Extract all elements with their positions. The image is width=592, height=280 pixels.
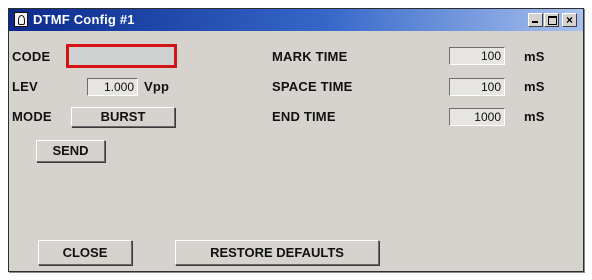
space-time-label: SPACE TIME: [272, 79, 353, 94]
end-time-input[interactable]: 1000: [449, 108, 505, 126]
app-icon: [14, 12, 28, 27]
code-label: CODE: [12, 49, 51, 64]
close-button[interactable]: CLOSE: [38, 240, 132, 265]
mark-time-label: MARK TIME: [272, 49, 348, 64]
close-window-button[interactable]: ×: [562, 13, 577, 27]
mark-time-input[interactable]: 100: [449, 47, 505, 65]
dtmf-config-window: DTMF Config #1 × CODE LEV 1.000 Vpp MODE…: [8, 8, 584, 272]
minimize-button[interactable]: [528, 13, 543, 27]
send-button[interactable]: SEND: [36, 140, 105, 162]
title-bar[interactable]: DTMF Config #1 ×: [9, 9, 583, 31]
window-title: DTMF Config #1: [33, 12, 135, 27]
end-time-label: END TIME: [272, 109, 336, 124]
space-time-input[interactable]: 100: [449, 78, 505, 96]
code-input[interactable]: [66, 44, 177, 68]
close-icon: ×: [565, 13, 573, 27]
space-time-unit: mS: [524, 79, 545, 94]
maximize-button[interactable]: [544, 13, 559, 27]
end-time-unit: mS: [524, 109, 545, 124]
level-label: LEV: [12, 79, 38, 94]
level-input[interactable]: 1.000: [87, 78, 138, 96]
restore-defaults-button[interactable]: RESTORE DEFAULTS: [175, 240, 379, 265]
mode-label: MODE: [12, 109, 52, 124]
level-unit: Vpp: [144, 79, 170, 94]
mode-select-button[interactable]: BURST: [71, 107, 175, 127]
mark-time-unit: mS: [524, 49, 545, 64]
